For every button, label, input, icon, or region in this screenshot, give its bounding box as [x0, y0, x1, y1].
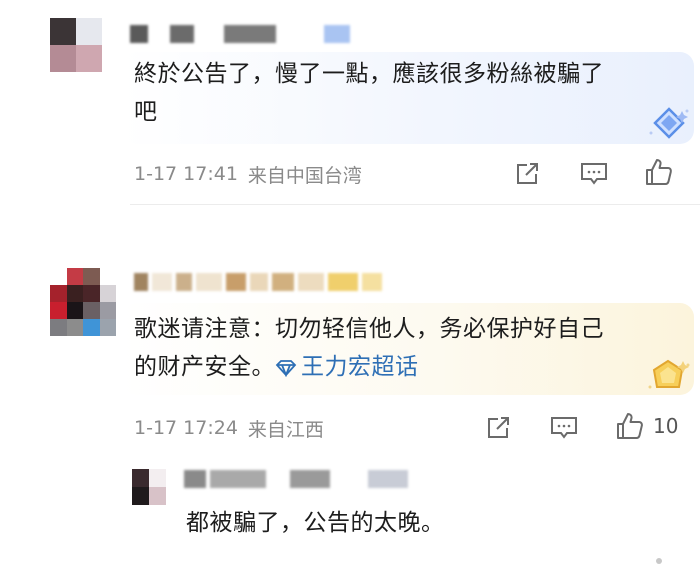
- reply-text: 都被騙了，公告的太晚。: [186, 510, 445, 536]
- comment-time: 1-17 17:24: [134, 417, 238, 439]
- avatar[interactable]: [50, 268, 116, 336]
- avatar[interactable]: [132, 469, 166, 505]
- share-icon: [517, 163, 538, 184]
- comment-icon: [551, 417, 577, 439]
- topic-label: 王力宏超话: [301, 354, 419, 380]
- username-blurred[interactable]: [184, 468, 412, 490]
- comment-location: 来自中国台湾: [247, 164, 362, 187]
- like-count: 10: [653, 414, 679, 438]
- diamond-badge-icon: [649, 107, 689, 139]
- share-button[interactable]: [513, 157, 541, 191]
- like-icon: [646, 159, 672, 185]
- comment-text: 終於公告了，慢了一點，應該很多粉絲被騙了 吧: [134, 61, 604, 125]
- topic-link[interactable]: 王力宏超话: [275, 354, 419, 380]
- like-button[interactable]: 10: [615, 409, 678, 443]
- topic-diamond-icon: [275, 360, 297, 377]
- gold-badge-icon: [648, 359, 690, 389]
- share-icon: [488, 417, 509, 438]
- comment-button[interactable]: [579, 157, 609, 191]
- avatar[interactable]: [50, 18, 102, 72]
- share-button[interactable]: [484, 411, 512, 445]
- comment-button[interactable]: [549, 411, 579, 445]
- comment-2: 歌迷请注意：切勿轻信他人，务必保护好自己 的财产安全。 王力宏超话 1-17 17…: [0, 205, 700, 460]
- comment-text: 歌迷请注意：切勿轻信他人，务必保护好自己 的财产安全。 王力宏超话: [134, 316, 604, 380]
- username-blurred[interactable]: [134, 271, 386, 293]
- scroll-indicator: [656, 558, 662, 564]
- like-button[interactable]: [644, 155, 674, 189]
- comment-time: 1-17 17:41: [134, 163, 238, 185]
- like-icon: [617, 413, 643, 439]
- username-blurred[interactable]: [130, 23, 354, 45]
- comment-meta: 1-17 17:24 来自江西: [134, 413, 324, 443]
- reply: 都被騙了，公告的太晚。: [0, 460, 700, 572]
- comment-location: 来自江西: [247, 418, 324, 441]
- comment-icon: [581, 163, 607, 185]
- comment-1: 終於公告了，慢了一點，應該很多粉絲被騙了 吧 1-17 17:41 来自中国台湾: [0, 0, 700, 205]
- comment-meta: 1-17 17:41 来自中国台湾: [134, 159, 362, 189]
